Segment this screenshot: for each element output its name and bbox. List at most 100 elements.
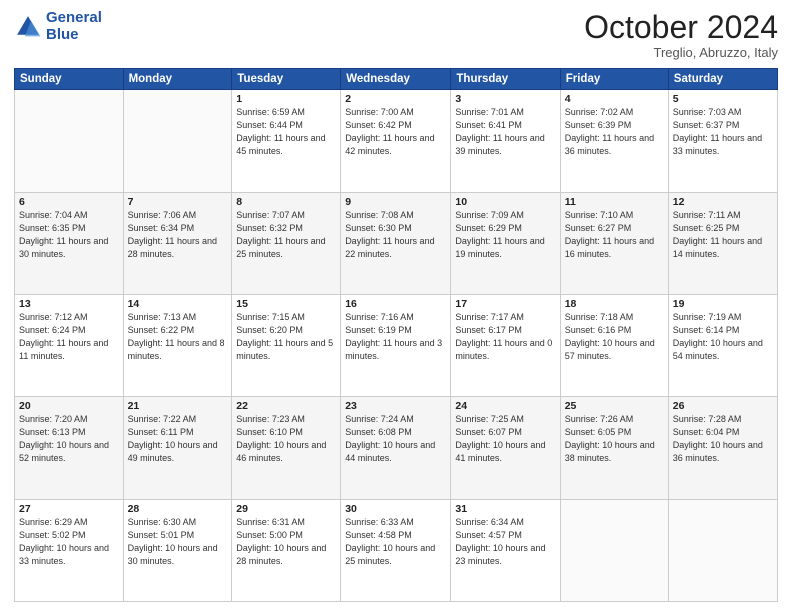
day-info: Sunrise: 7:10 AM Sunset: 6:27 PM Dayligh… [565,209,664,261]
header: General Blue October 2024 Treglio, Abruz… [14,10,778,60]
day-number: 17 [455,298,555,310]
table-row: 23Sunrise: 7:24 AM Sunset: 6:08 PM Dayli… [341,397,451,499]
day-number: 6 [19,196,119,208]
day-number: 29 [236,503,336,515]
day-info: Sunrise: 7:20 AM Sunset: 6:13 PM Dayligh… [19,413,119,465]
table-row: 6Sunrise: 7:04 AM Sunset: 6:35 PM Daylig… [15,192,124,294]
day-number: 20 [19,400,119,412]
day-number: 31 [455,503,555,515]
month-title: October 2024 [584,10,778,45]
logo-icon [14,13,42,41]
day-info: Sunrise: 7:24 AM Sunset: 6:08 PM Dayligh… [345,413,446,465]
day-number: 5 [673,93,773,105]
day-number: 13 [19,298,119,310]
day-info: Sunrise: 7:07 AM Sunset: 6:32 PM Dayligh… [236,209,336,261]
table-row: 21Sunrise: 7:22 AM Sunset: 6:11 PM Dayli… [123,397,232,499]
day-number: 2 [345,93,446,105]
table-row: 26Sunrise: 7:28 AM Sunset: 6:04 PM Dayli… [668,397,777,499]
day-info: Sunrise: 7:15 AM Sunset: 6:20 PM Dayligh… [236,311,336,363]
day-number: 11 [565,196,664,208]
day-number: 19 [673,298,773,310]
day-number: 26 [673,400,773,412]
table-row: 7Sunrise: 7:06 AM Sunset: 6:34 PM Daylig… [123,192,232,294]
table-row: 18Sunrise: 7:18 AM Sunset: 6:16 PM Dayli… [560,294,668,396]
table-row: 22Sunrise: 7:23 AM Sunset: 6:10 PM Dayli… [232,397,341,499]
day-number: 18 [565,298,664,310]
day-info: Sunrise: 6:31 AM Sunset: 5:00 PM Dayligh… [236,516,336,568]
calendar-week-5: 27Sunrise: 6:29 AM Sunset: 5:02 PM Dayli… [15,499,778,601]
day-info: Sunrise: 7:17 AM Sunset: 6:17 PM Dayligh… [455,311,555,363]
day-info: Sunrise: 6:59 AM Sunset: 6:44 PM Dayligh… [236,106,336,158]
day-number: 3 [455,93,555,105]
page: General Blue October 2024 Treglio, Abruz… [0,0,792,612]
table-row: 20Sunrise: 7:20 AM Sunset: 6:13 PM Dayli… [15,397,124,499]
day-number: 28 [128,503,228,515]
table-row: 11Sunrise: 7:10 AM Sunset: 6:27 PM Dayli… [560,192,668,294]
table-row: 1Sunrise: 6:59 AM Sunset: 6:44 PM Daylig… [232,90,341,192]
col-saturday: Saturday [668,69,777,90]
day-info: Sunrise: 7:12 AM Sunset: 6:24 PM Dayligh… [19,311,119,363]
col-wednesday: Wednesday [341,69,451,90]
day-info: Sunrise: 7:04 AM Sunset: 6:35 PM Dayligh… [19,209,119,261]
day-number: 15 [236,298,336,310]
col-tuesday: Tuesday [232,69,341,90]
calendar-table: Sunday Monday Tuesday Wednesday Thursday… [14,68,778,602]
day-number: 10 [455,196,555,208]
table-row: 24Sunrise: 7:25 AM Sunset: 6:07 PM Dayli… [451,397,560,499]
table-row: 29Sunrise: 6:31 AM Sunset: 5:00 PM Dayli… [232,499,341,601]
day-number: 25 [565,400,664,412]
day-info: Sunrise: 7:22 AM Sunset: 6:11 PM Dayligh… [128,413,228,465]
day-info: Sunrise: 7:18 AM Sunset: 6:16 PM Dayligh… [565,311,664,363]
calendar-week-1: 1Sunrise: 6:59 AM Sunset: 6:44 PM Daylig… [15,90,778,192]
col-friday: Friday [560,69,668,90]
day-number: 7 [128,196,228,208]
table-row: 28Sunrise: 6:30 AM Sunset: 5:01 PM Dayli… [123,499,232,601]
table-row: 5Sunrise: 7:03 AM Sunset: 6:37 PM Daylig… [668,90,777,192]
table-row: 27Sunrise: 6:29 AM Sunset: 5:02 PM Dayli… [15,499,124,601]
day-info: Sunrise: 6:30 AM Sunset: 5:01 PM Dayligh… [128,516,228,568]
day-number: 27 [19,503,119,515]
table-row: 19Sunrise: 7:19 AM Sunset: 6:14 PM Dayli… [668,294,777,396]
table-row [668,499,777,601]
day-info: Sunrise: 6:34 AM Sunset: 4:57 PM Dayligh… [455,516,555,568]
day-number: 8 [236,196,336,208]
day-number: 23 [345,400,446,412]
location: Treglio, Abruzzo, Italy [584,45,778,60]
day-info: Sunrise: 7:06 AM Sunset: 6:34 PM Dayligh… [128,209,228,261]
calendar-week-4: 20Sunrise: 7:20 AM Sunset: 6:13 PM Dayli… [15,397,778,499]
day-number: 14 [128,298,228,310]
calendar-header-row: Sunday Monday Tuesday Wednesday Thursday… [15,69,778,90]
logo-text: General Blue [46,10,102,43]
day-number: 22 [236,400,336,412]
table-row: 31Sunrise: 6:34 AM Sunset: 4:57 PM Dayli… [451,499,560,601]
day-number: 30 [345,503,446,515]
table-row: 13Sunrise: 7:12 AM Sunset: 6:24 PM Dayli… [15,294,124,396]
logo-line1: General [46,9,102,26]
day-info: Sunrise: 7:19 AM Sunset: 6:14 PM Dayligh… [673,311,773,363]
day-number: 16 [345,298,446,310]
table-row [15,90,124,192]
table-row: 12Sunrise: 7:11 AM Sunset: 6:25 PM Dayli… [668,192,777,294]
table-row: 16Sunrise: 7:16 AM Sunset: 6:19 PM Dayli… [341,294,451,396]
day-number: 1 [236,93,336,105]
table-row: 17Sunrise: 7:17 AM Sunset: 6:17 PM Dayli… [451,294,560,396]
day-number: 9 [345,196,446,208]
title-block: October 2024 Treglio, Abruzzo, Italy [584,10,778,60]
day-info: Sunrise: 7:11 AM Sunset: 6:25 PM Dayligh… [673,209,773,261]
day-info: Sunrise: 7:25 AM Sunset: 6:07 PM Dayligh… [455,413,555,465]
day-info: Sunrise: 7:28 AM Sunset: 6:04 PM Dayligh… [673,413,773,465]
table-row: 14Sunrise: 7:13 AM Sunset: 6:22 PM Dayli… [123,294,232,396]
table-row: 9Sunrise: 7:08 AM Sunset: 6:30 PM Daylig… [341,192,451,294]
col-sunday: Sunday [15,69,124,90]
day-info: Sunrise: 7:01 AM Sunset: 6:41 PM Dayligh… [455,106,555,158]
calendar-week-3: 13Sunrise: 7:12 AM Sunset: 6:24 PM Dayli… [15,294,778,396]
day-info: Sunrise: 7:23 AM Sunset: 6:10 PM Dayligh… [236,413,336,465]
day-info: Sunrise: 6:29 AM Sunset: 5:02 PM Dayligh… [19,516,119,568]
table-row: 30Sunrise: 6:33 AM Sunset: 4:58 PM Dayli… [341,499,451,601]
logo: General Blue [14,10,102,43]
table-row [560,499,668,601]
day-number: 24 [455,400,555,412]
logo-line2: Blue [46,26,79,43]
table-row: 15Sunrise: 7:15 AM Sunset: 6:20 PM Dayli… [232,294,341,396]
day-info: Sunrise: 7:02 AM Sunset: 6:39 PM Dayligh… [565,106,664,158]
